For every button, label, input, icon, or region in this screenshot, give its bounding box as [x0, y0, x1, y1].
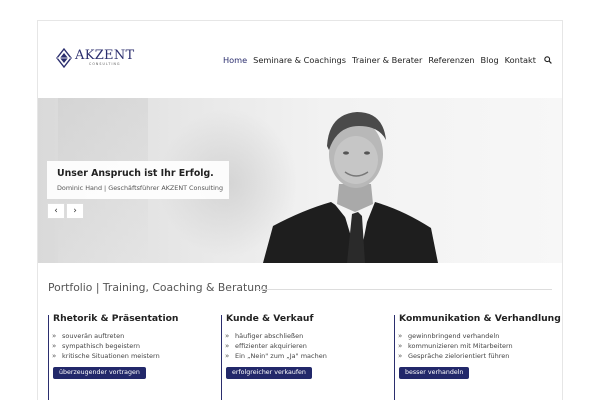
- double-chevron-icon: »: [52, 352, 57, 360]
- verkaufen-button[interactable]: erfolgreicher verkaufen: [226, 367, 312, 379]
- column-list: » gewinnbringend verhandeln » kommuniziere…: [398, 331, 513, 361]
- column-title: Kunde & Verkauf: [226, 313, 314, 324]
- column-accent-bar: [394, 315, 395, 400]
- slider-arrows: ‹ ›: [47, 203, 85, 219]
- list-item: » gewinnbringend verhandeln: [398, 332, 500, 340]
- vortragen-button[interactable]: überzeugender vortragen: [53, 367, 146, 379]
- double-chevron-icon: »: [225, 342, 230, 350]
- list-item: » effizienter akquirieren: [225, 342, 307, 350]
- hero-portrait-image: [263, 112, 438, 263]
- brand-logo[interactable]: AKZENT CONSULTING: [56, 47, 134, 69]
- list-item: » Gespräche zielorientiert führen: [398, 352, 510, 360]
- heading-divider: [256, 289, 552, 290]
- list-item: » sympathisch begeistern: [52, 342, 140, 350]
- chevron-left-icon: ‹: [54, 206, 58, 216]
- double-chevron-icon: »: [52, 332, 57, 340]
- verhandeln-button[interactable]: besser verhandeln: [399, 367, 470, 379]
- column-accent-bar: [221, 315, 222, 400]
- slider-prev-button[interactable]: ‹: [47, 203, 65, 219]
- chevron-right-icon: ›: [73, 206, 77, 216]
- column-title: Rhetorik & Präsentation: [53, 313, 179, 324]
- hero-title: Unser Anspruch ist Ihr Erfolg.: [57, 168, 214, 179]
- column-list: » souverän auftreten » sympathisch begeist…: [52, 331, 160, 361]
- double-chevron-icon: »: [398, 342, 403, 350]
- double-chevron-icon: »: [398, 352, 403, 360]
- double-chevron-icon: »: [398, 332, 403, 340]
- list-item: » Ein „Nein" zum „Ja" machen: [225, 352, 327, 360]
- double-chevron-icon: »: [52, 342, 57, 350]
- logo-diamond-icon: [56, 48, 72, 68]
- page-frame: AKZENT CONSULTING Home Seminare & Coachi…: [37, 20, 563, 400]
- double-chevron-icon: »: [225, 352, 230, 360]
- column-accent-bar: [48, 315, 49, 400]
- list-item: » kommunizieren mit Mitarbeitern: [398, 342, 513, 350]
- column-title: Kommunikation & Verhandlung: [399, 313, 561, 324]
- nav-item-home[interactable]: Home: [223, 55, 247, 65]
- list-item: » kritische Situationen meistern: [52, 352, 160, 360]
- list-item: » souverän auftreten: [52, 332, 125, 340]
- hero-subtitle: Dominic Hand | Geschäftsführer AKZENT Co…: [57, 184, 224, 192]
- hero-caption: Unser Anspruch ist Ihr Erfolg. Dominic H…: [47, 161, 229, 199]
- brand-subtitle: CONSULTING: [89, 62, 121, 67]
- hero-slider: Unser Anspruch ist Ihr Erfolg. Dominic H…: [38, 98, 562, 263]
- nav-item-blog[interactable]: Blog: [481, 55, 499, 65]
- main-nav: Home Seminare & Coachings Trainer & Bera…: [217, 55, 552, 65]
- search-icon[interactable]: [544, 56, 552, 64]
- nav-item-referenzen[interactable]: Referenzen: [428, 55, 474, 65]
- double-chevron-icon: »: [225, 332, 230, 340]
- brand-name: AKZENT: [75, 48, 135, 64]
- portfolio-heading: Portfolio | Training, Coaching & Beratun…: [48, 281, 268, 294]
- nav-item-seminare[interactable]: Seminare & Coachings: [253, 55, 346, 65]
- nav-item-kontakt[interactable]: Kontakt: [505, 55, 536, 65]
- nav-item-trainer[interactable]: Trainer & Berater: [352, 55, 422, 65]
- slider-next-button[interactable]: ›: [66, 203, 84, 219]
- column-list: » häufiger abschließen » effizienter akqui…: [225, 331, 327, 361]
- list-item: » häufiger abschließen: [225, 332, 304, 340]
